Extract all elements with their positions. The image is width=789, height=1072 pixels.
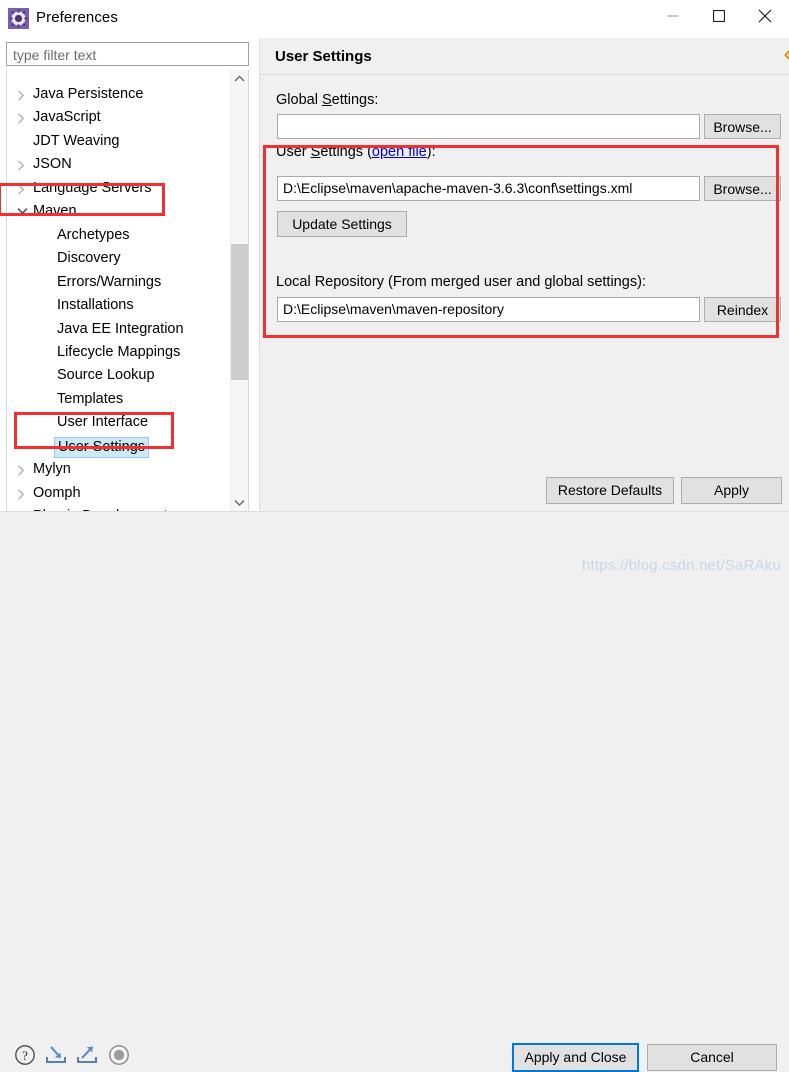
restore-defaults-button[interactable]: Restore Defaults <box>546 477 674 504</box>
back-arrow-icon[interactable] <box>783 46 789 66</box>
sidebar-item-label: Installations <box>57 294 134 317</box>
scroll-up-icon <box>234 75 245 82</box>
user-settings-label-pre: User <box>276 144 311 160</box>
sidebar-item-label: Discovery <box>57 247 121 270</box>
maximize-button[interactable] <box>696 0 742 32</box>
minimize-button[interactable] <box>650 0 696 32</box>
import-icon[interactable] <box>44 1043 68 1067</box>
global-settings-browse-button[interactable]: Browse... <box>704 114 781 139</box>
cancel-button[interactable]: Cancel <box>647 1044 777 1071</box>
sidebar-item-label: Lifecycle Mappings <box>57 341 180 364</box>
sidebar-item-label: Language Servers <box>33 177 152 200</box>
watermark: https://blog.csdn.net/SaRAku <box>582 557 781 574</box>
page-title-divider <box>260 74 789 75</box>
open-file-link[interactable]: open file <box>372 144 427 160</box>
sidebar-item-label: Templates <box>57 388 123 411</box>
chevron-right-icon[interactable] <box>15 458 29 481</box>
scroll-down-button[interactable] <box>231 494 248 511</box>
chevron-right-icon[interactable] <box>15 482 29 505</box>
sidebar-item-label: JavaScript <box>33 106 101 129</box>
chevron-right-icon[interactable] <box>15 177 29 200</box>
sidebar-item-label: User Settings <box>54 437 149 458</box>
filter-placeholder: type filter text <box>13 47 96 63</box>
sidebar-item-label: User Interface <box>57 411 148 434</box>
sidebar-item-label: JDT Weaving <box>33 130 120 153</box>
user-settings-label: User Settings (open file): <box>276 144 436 160</box>
update-settings-button[interactable]: Update Settings <box>277 211 407 237</box>
export-icon[interactable] <box>75 1043 99 1067</box>
settings-page: User Settings Globa <box>259 38 789 511</box>
preferences-dialog: Preferences type filter text Java Persis… <box>0 0 789 580</box>
sidebar-item-label: Mylyn <box>33 458 71 481</box>
global-settings-label-post: ettings: <box>332 92 379 108</box>
global-settings-label-pre: Global <box>276 92 322 108</box>
preferences-gear-icon <box>8 8 29 29</box>
preference-tree[interactable]: Java PersistenceJavaScriptJDT WeavingJSO… <box>6 70 249 512</box>
local-repository-value: D:\Eclipse\maven\maven-repository <box>283 301 504 317</box>
user-settings-label-mid: ettings ( <box>320 144 372 160</box>
global-settings-path-input[interactable] <box>277 114 700 139</box>
scroll-down-icon <box>234 499 245 506</box>
global-settings-label: Global Settings: <box>276 92 378 108</box>
user-settings-browse-button[interactable]: Browse... <box>704 176 781 201</box>
sidebar-item-label: Archetypes <box>57 224 130 247</box>
window-title: Preferences <box>36 9 118 26</box>
user-settings-label-mnemonic: S <box>311 144 321 160</box>
reindex-button[interactable]: Reindex <box>704 297 781 322</box>
sidebar-item-label: Oomph <box>33 482 81 505</box>
svg-text:?: ? <box>22 1048 28 1063</box>
tree-scrollbar[interactable] <box>230 70 248 511</box>
sidebar-item-label: Maven <box>33 200 77 223</box>
sidebar-item-label: Java Persistence <box>33 83 143 106</box>
maximize-icon <box>713 10 725 22</box>
global-settings-label-mnemonic: S <box>322 92 332 108</box>
sidebar-item-label: JSON <box>33 153 72 176</box>
search-input[interactable]: type filter text <box>6 42 249 66</box>
close-icon <box>759 10 772 23</box>
close-button[interactable] <box>742 0 788 32</box>
help-icon[interactable]: ? <box>13 1043 37 1067</box>
scrollbar-thumb[interactable] <box>231 244 248 380</box>
scroll-up-button[interactable] <box>231 70 248 87</box>
apply-and-close-button[interactable]: Apply and Close <box>512 1043 639 1072</box>
record-icon[interactable] <box>107 1043 131 1067</box>
chevron-right-icon[interactable] <box>15 106 29 129</box>
local-repository-label: Local Repository (From merged user and g… <box>276 274 646 290</box>
apply-button[interactable]: Apply <box>681 477 782 504</box>
page-title: User Settings <box>275 48 372 65</box>
sidebar-item-label: Java EE Integration <box>57 318 184 341</box>
sidebar-item-user-settings[interactable]: User Settings <box>7 435 99 458</box>
user-settings-path-input[interactable]: D:\Eclipse\maven\apache-maven-3.6.3\conf… <box>277 176 700 201</box>
chevron-right-icon[interactable] <box>15 83 29 106</box>
title-bar: Preferences <box>0 0 789 38</box>
user-settings-label-post: ): <box>427 144 436 160</box>
chevron-right-icon[interactable] <box>15 153 29 176</box>
user-settings-path-value: D:\Eclipse\maven\apache-maven-3.6.3\conf… <box>283 180 632 196</box>
sidebar-item-label: Source Lookup <box>57 364 155 387</box>
chevron-down-icon[interactable] <box>15 200 29 223</box>
minimize-icon <box>668 11 679 22</box>
local-repository-input[interactable]: D:\Eclipse\maven\maven-repository <box>277 297 700 322</box>
sidebar-item-label: Errors/Warnings <box>57 271 161 294</box>
